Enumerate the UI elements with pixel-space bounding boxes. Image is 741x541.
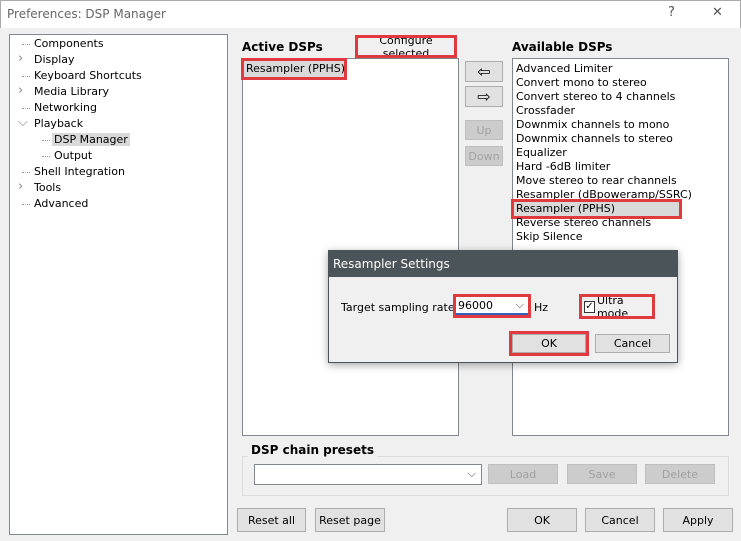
presets-label: DSP chain presets bbox=[248, 443, 377, 457]
active-dsp-item[interactable]: Resampler (PPHS) bbox=[241, 58, 347, 80]
available-dsp-item[interactable]: Convert stereo to 4 channels bbox=[516, 90, 675, 104]
apply-button[interactable]: Apply bbox=[663, 508, 733, 532]
available-dsp-item[interactable]: Hard -6dB limiter bbox=[516, 160, 610, 174]
cancel-button[interactable]: Cancel bbox=[585, 508, 655, 532]
available-dsp-item[interactable]: Equalizer bbox=[516, 146, 567, 160]
tree-item[interactable]: Output bbox=[10, 148, 94, 164]
resampler-settings-dialog: Resampler Settings Target sampling rate:… bbox=[328, 250, 678, 363]
delete-button[interactable]: Delete bbox=[645, 464, 715, 484]
tree-item[interactable]: Advanced bbox=[10, 196, 90, 212]
tree-item-label: Playback bbox=[34, 117, 84, 130]
window-title: Preferences: DSP Manager bbox=[7, 7, 166, 21]
rate-combo[interactable]: 96000 ⌵ bbox=[453, 294, 531, 318]
chevron-right-icon[interactable]: › bbox=[18, 83, 23, 99]
rate-value: 96000 bbox=[458, 299, 493, 312]
load-button[interactable]: Load bbox=[488, 464, 558, 484]
ultra-mode-checkbox[interactable]: ✓ Ultra mode bbox=[579, 294, 655, 320]
arrow-right-icon: ⇨ bbox=[477, 87, 491, 106]
available-dsp-item[interactable]: Resampler (dBpoweramp/SSRC) bbox=[516, 188, 692, 202]
tree-item-label: Media Library bbox=[34, 85, 109, 98]
title-bar: Preferences: DSP Manager ? ✕ bbox=[0, 0, 741, 28]
configure-selected-button[interactable]: Configure selected bbox=[355, 34, 457, 60]
available-dsp-item[interactable]: Downmix channels to mono bbox=[516, 118, 669, 132]
chevron-down-icon: ⌵ bbox=[467, 467, 476, 480]
reset-all-button[interactable]: Reset all bbox=[237, 508, 306, 532]
up-button[interactable]: Up bbox=[465, 120, 503, 140]
tree-item[interactable]: DSP Manager bbox=[10, 132, 130, 148]
tree-item-label: Display bbox=[34, 53, 75, 66]
tree-item[interactable]: ⌵ Playback bbox=[10, 115, 85, 132]
tree-item-label: Keyboard Shortcuts bbox=[34, 69, 142, 82]
available-dsp-item[interactable]: Move stereo to rear channels bbox=[516, 174, 677, 188]
checkmark-icon: ✓ bbox=[584, 300, 595, 313]
ultra-mode-label: Ultra mode bbox=[596, 293, 629, 320]
tree-connector bbox=[22, 76, 30, 77]
tree-item[interactable]: › Display bbox=[10, 51, 77, 68]
tree-item-label: Output bbox=[54, 149, 93, 162]
tree-item-label: Components bbox=[34, 37, 104, 50]
dialog-title: Resampler Settings bbox=[329, 251, 677, 277]
available-dsp-item[interactable]: Resampler (PPHS) bbox=[511, 199, 682, 219]
tree-connector bbox=[22, 172, 30, 173]
available-dsps-label: Available DSPs bbox=[512, 40, 613, 54]
tree-connector bbox=[22, 204, 30, 205]
tree-item-label: Tools bbox=[34, 181, 62, 194]
dialog-cancel-button[interactable]: Cancel bbox=[595, 334, 670, 353]
tree-connector bbox=[42, 156, 50, 157]
unit-label: Hz bbox=[534, 301, 549, 314]
reset-page-button[interactable]: Reset page bbox=[315, 508, 385, 532]
tree-item[interactable]: Components bbox=[10, 36, 106, 52]
tree-item[interactable]: › Media Library bbox=[10, 83, 111, 100]
chevron-right-icon[interactable]: › bbox=[18, 179, 23, 195]
chevron-right-icon[interactable]: › bbox=[18, 51, 23, 67]
tree-item[interactable]: Keyboard Shortcuts bbox=[10, 68, 144, 84]
available-dsp-item[interactable]: Convert mono to stereo bbox=[516, 76, 647, 90]
tree-item-label: Advanced bbox=[34, 197, 89, 210]
available-dsps-list[interactable]: Advanced Limiter Convert mono to stereo Co… bbox=[511, 58, 729, 436]
available-dsp-item[interactable]: Crossfader bbox=[516, 104, 575, 118]
active-dsps-label: Active DSPs bbox=[242, 40, 323, 54]
save-button[interactable]: Save bbox=[567, 464, 637, 484]
tree-item-label: Shell Integration bbox=[34, 165, 125, 178]
down-button[interactable]: Down bbox=[465, 146, 503, 166]
available-dsp-item[interactable]: Downmix channels to stereo bbox=[516, 132, 673, 146]
rate-label: Target sampling rate: bbox=[341, 301, 459, 314]
ok-button[interactable]: OK bbox=[507, 508, 577, 532]
remove-dsp-button[interactable]: ⇨ bbox=[465, 86, 503, 107]
available-dsp-item[interactable]: Skip Silence bbox=[516, 230, 583, 244]
tree-item[interactable]: Shell Integration bbox=[10, 164, 127, 180]
dialog-ok-button[interactable]: OK bbox=[509, 331, 589, 356]
tree-item-label: DSP Manager bbox=[52, 133, 130, 146]
tree-item-label: Networking bbox=[34, 101, 97, 114]
chevron-down-icon: ⌵ bbox=[515, 298, 524, 311]
add-dsp-button[interactable]: ⇦ bbox=[465, 61, 503, 82]
available-dsp-item[interactable]: Reverse stereo channels bbox=[516, 216, 651, 230]
presets-combo[interactable]: ⌵ bbox=[254, 464, 482, 485]
tree-item[interactable]: › Tools bbox=[10, 179, 63, 196]
available-dsp-item[interactable]: Advanced Limiter bbox=[516, 62, 612, 76]
chevron-down-icon[interactable]: ⌵ bbox=[18, 115, 28, 131]
close-button[interactable]: ✕ bbox=[712, 5, 723, 20]
help-button[interactable]: ? bbox=[668, 5, 675, 20]
tree-connector bbox=[22, 108, 30, 109]
tree-item[interactable]: Networking bbox=[10, 100, 99, 116]
active-dsps-list[interactable]: Resampler (PPHS) bbox=[241, 58, 459, 436]
tree-connector bbox=[22, 44, 30, 45]
preferences-tree[interactable]: Components › Display Keyboard Shortcuts › Med… bbox=[9, 34, 228, 535]
arrow-left-icon: ⇦ bbox=[477, 62, 491, 81]
tree-connector bbox=[42, 140, 50, 141]
